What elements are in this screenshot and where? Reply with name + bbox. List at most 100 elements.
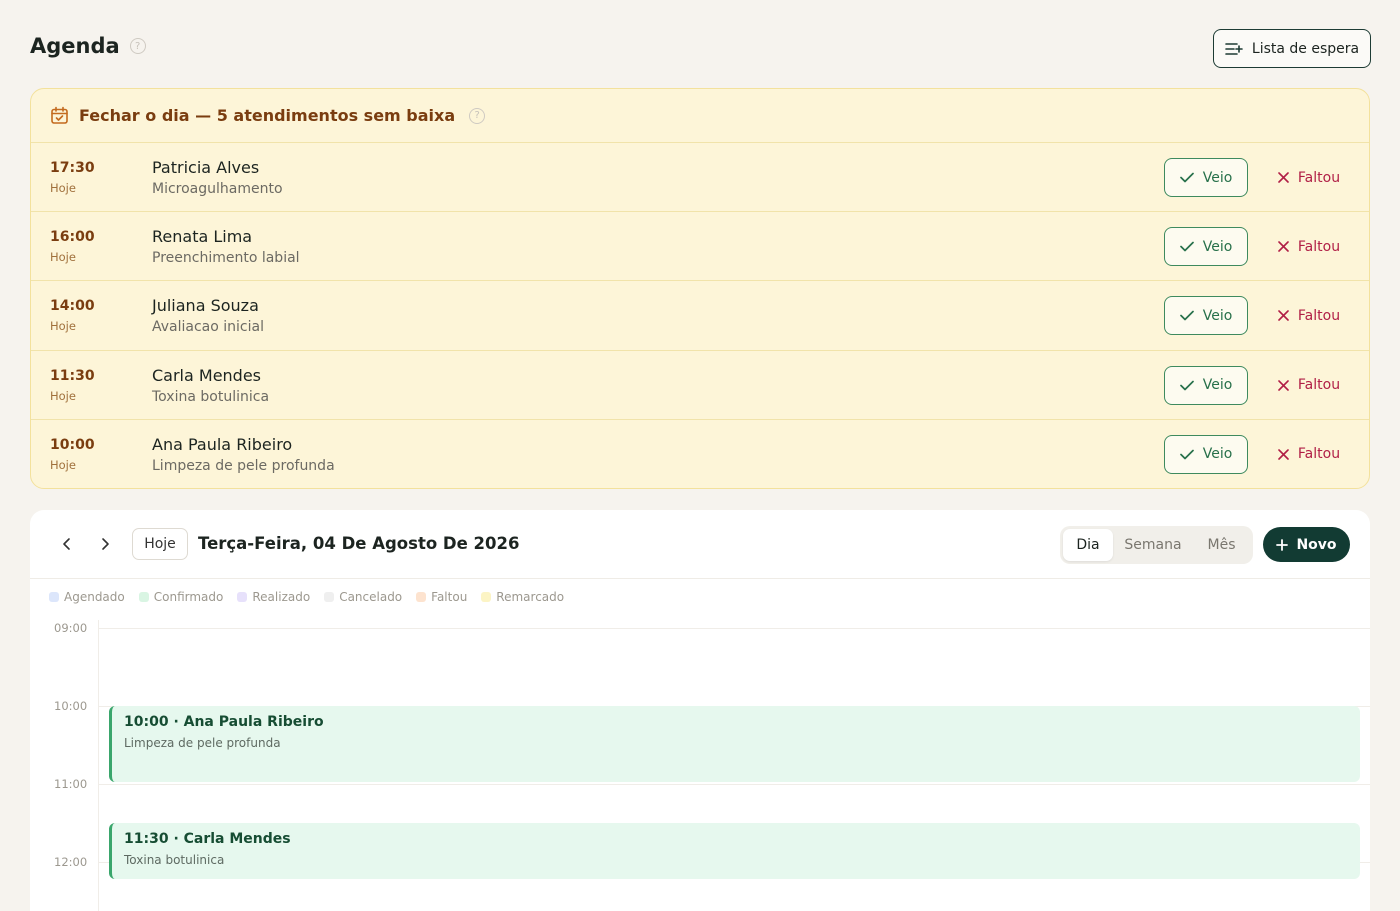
appointment-time: 14:00 — [50, 298, 95, 315]
page-title: Agenda — [30, 34, 120, 58]
time-label: 12:00 — [54, 855, 88, 869]
time-label: 11:00 — [54, 777, 88, 791]
appointment-client-block: Juliana Souza Avaliacao inicial — [152, 296, 264, 335]
view-day-tab[interactable]: Dia — [1063, 529, 1113, 561]
client-name: Carla Mendes — [152, 365, 262, 385]
legend-swatch — [237, 592, 248, 602]
waitlist-button[interactable]: Lista de espera — [1213, 29, 1371, 68]
calendar-card: Hoje Terça-Feira, 04 De Agosto De 2026 D… — [30, 510, 1370, 911]
appointment-day: Hoje — [50, 319, 76, 334]
event-title: 10:00 · Ana Paula Ribeiro — [124, 714, 324, 730]
no-show-label: Faltou — [1297, 307, 1341, 324]
pending-appointment-row: 10:00 Hoje Ana Paula Ribeiro Limpeza de … — [31, 420, 1369, 488]
view-week-tab[interactable]: Semana — [1113, 529, 1193, 561]
close-icon — [1278, 241, 1289, 252]
mark-attended-button[interactable]: Veio — [1164, 434, 1248, 474]
close-day-list: 17:30 Hoje Patricia Alves Microagulhamen… — [31, 143, 1369, 488]
legend-label: Cancelado — [339, 590, 403, 604]
calendar-event[interactable]: 10:00 · Ana Paula Ribeiro Limpeza de pel… — [109, 706, 1360, 782]
appointment-client-block: Ana Paula Ribeiro Limpeza de pele profun… — [152, 435, 335, 474]
status-legend: Agendado Confirmado Realizado Cancelado Falt… — [49, 590, 564, 604]
no-show-label: Faltou — [1297, 377, 1341, 394]
calendar-check-icon — [50, 106, 69, 125]
view-toggle: Dia Semana Mês — [1060, 526, 1253, 564]
attended-label: Veio — [1202, 169, 1233, 186]
event-subtitle: Limpeza de pele profunda — [124, 736, 281, 750]
time-label: 10:00 — [54, 699, 88, 713]
mark-no-show-button[interactable]: Faltou — [1269, 227, 1349, 266]
close-icon — [1278, 310, 1289, 322]
time-gutter-divider — [98, 620, 99, 911]
page-title-container: Agenda ? — [30, 34, 146, 58]
pending-appointment-row: 16:00 Hoje Renata Lima Preenchimento lab… — [31, 212, 1369, 282]
appointment-time-block: 11:30 Hoje — [50, 368, 95, 403]
service-name: Toxina botulinica — [152, 388, 270, 405]
legend-label: Confirmado — [153, 590, 224, 604]
legend-swatch — [49, 592, 59, 602]
appointment-day: Hoje — [50, 457, 76, 472]
check-icon — [1179, 310, 1194, 321]
prev-day-button[interactable] — [53, 532, 81, 556]
list-add-icon — [1225, 42, 1243, 56]
appointment-time: 11:30 — [50, 367, 95, 384]
pending-appointment-row: 14:00 Hoje Juliana Souza Avaliacao inici… — [31, 281, 1369, 351]
mark-attended-button[interactable]: Veio — [1164, 365, 1248, 405]
appointment-day: Hoje — [50, 250, 76, 265]
help-icon[interactable]: ? — [129, 38, 146, 54]
today-button[interactable]: Hoje — [132, 528, 188, 560]
client-name: Juliana Souza — [152, 296, 259, 316]
chevron-left-icon — [62, 537, 72, 551]
close-day-panel: Fechar o dia — 5 atendimentos sem baixa … — [30, 88, 1370, 489]
mark-attended-button[interactable]: Veio — [1164, 227, 1248, 267]
appointment-client-block: Carla Mendes Toxina botulinica — [152, 366, 269, 405]
next-day-button[interactable] — [91, 532, 119, 556]
mark-no-show-button[interactable]: Faltou — [1269, 435, 1349, 474]
event-subtitle: Toxina botulinica — [124, 853, 225, 867]
help-icon[interactable]: ? — [469, 107, 486, 124]
no-show-label: Faltou — [1297, 446, 1341, 463]
attended-label: Veio — [1202, 307, 1233, 324]
mark-no-show-button[interactable]: Faltou — [1269, 158, 1349, 197]
appointment-client-block: Renata Lima Preenchimento labial — [152, 227, 300, 266]
no-show-label: Faltou — [1297, 238, 1341, 255]
hour-line — [98, 628, 1370, 629]
legend-item: Confirmado — [138, 590, 224, 604]
legend-swatch — [416, 592, 427, 602]
pending-appointment-row: 11:30 Hoje Carla Mendes Toxina botulinic… — [31, 351, 1369, 420]
client-name: Ana Paula Ribeiro — [152, 434, 293, 454]
waitlist-label: Lista de espera — [1251, 40, 1360, 57]
view-month-tab[interactable]: Mês — [1193, 529, 1250, 561]
service-name: Limpeza de pele profunda — [152, 457, 335, 474]
legend-item: Cancelado — [324, 590, 402, 604]
legend-swatch — [324, 592, 335, 602]
mark-attended-button[interactable]: Veio — [1164, 158, 1248, 197]
appointment-time-block: 16:00 Hoje — [50, 229, 95, 264]
legend-item: Agendado — [49, 590, 125, 604]
pending-appointment-row: 17:30 Hoje Patricia Alves Microagulhamen… — [31, 143, 1369, 213]
new-label: Novo — [1296, 536, 1337, 553]
time-label: 09:00 — [54, 621, 88, 635]
service-name: Avaliacao inicial — [152, 319, 264, 336]
mark-attended-button[interactable]: Veio — [1164, 296, 1248, 336]
close-icon — [1278, 379, 1289, 391]
appointment-time: 16:00 — [50, 229, 95, 246]
new-appointment-button[interactable]: Novo — [1263, 527, 1350, 562]
mark-no-show-button[interactable]: Faltou — [1269, 296, 1349, 335]
mark-no-show-button[interactable]: Faltou — [1269, 366, 1349, 405]
check-icon — [1179, 172, 1194, 183]
appointment-day: Hoje — [50, 181, 76, 195]
appointment-time-block: 14:00 Hoje — [50, 298, 95, 333]
appointment-day: Hoje — [50, 388, 76, 403]
check-icon — [1179, 380, 1194, 391]
client-name: Renata Lima — [152, 227, 253, 247]
service-name: Microagulhamento — [152, 181, 283, 197]
plus-icon — [1276, 538, 1289, 551]
calendar-date: Terça-Feira, 04 De Agosto De 2026 — [198, 534, 520, 553]
close-day-header: Fechar o dia — 5 atendimentos sem baixa … — [31, 89, 1369, 143]
calendar-toolbar: Hoje Terça-Feira, 04 De Agosto De 2026 D… — [30, 510, 1370, 579]
calendar-event[interactable]: 11:30 · Carla Mendes Toxina botulinica — [109, 823, 1360, 879]
legend-swatch — [138, 592, 149, 602]
appointment-time-block: 17:30 Hoje — [50, 160, 95, 195]
event-title: 11:30 · Carla Mendes — [124, 831, 291, 847]
appointment-client-block: Patricia Alves Microagulhamento — [152, 158, 283, 197]
